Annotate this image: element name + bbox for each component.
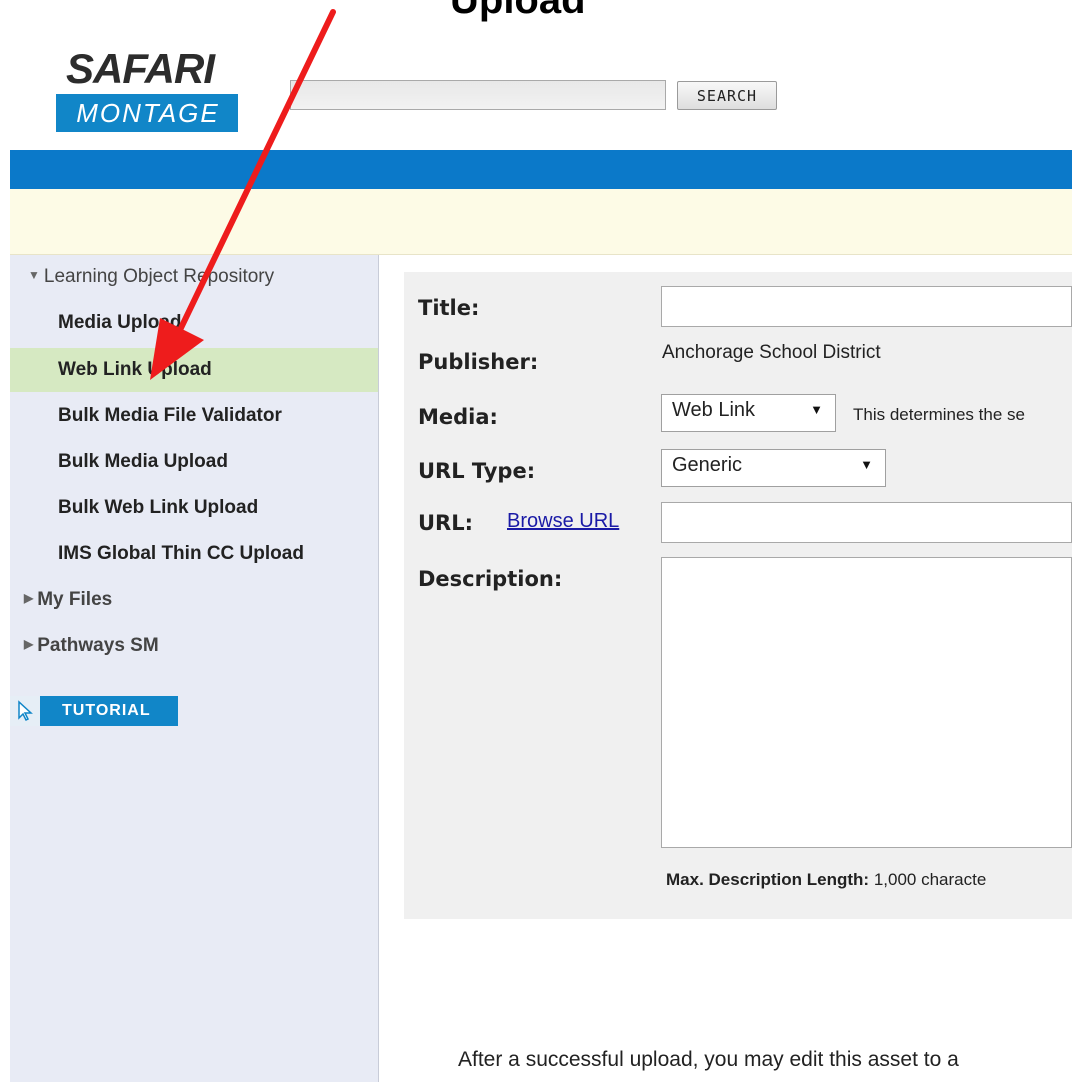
max-description-length: Max. Description Length: 1,000 characte: [666, 870, 986, 890]
description-textarea[interactable]: [661, 557, 1072, 848]
search-button[interactable]: SEARCH: [677, 81, 777, 110]
triangle-down-icon: ▼: [28, 268, 40, 282]
title-label: Title:: [418, 296, 480, 320]
media-select-value: Web Link: [672, 399, 756, 421]
tutorial-label: TUTORIAL: [62, 702, 151, 719]
sidebar: ▼ Learning Object Repository Media Upload…: [10, 255, 379, 1082]
dropdown-arrow-icon: ▼: [810, 402, 823, 417]
sidebar-item-bulk-media-upload[interactable]: Bulk Media Upload: [10, 440, 378, 484]
description-label: Description:: [418, 567, 563, 591]
url-type-select[interactable]: Generic ▼: [661, 449, 886, 487]
dropdown-arrow-icon: ▼: [860, 457, 873, 472]
media-label: Media:: [418, 405, 498, 429]
after-upload-note: After a successful upload, you may edit …: [458, 1048, 959, 1071]
media-select[interactable]: Web Link ▼: [661, 394, 836, 432]
sidebar-section-label: Learning Object Repository: [43, 266, 275, 288]
url-label: URL:: [418, 511, 474, 535]
browse-url-link[interactable]: Browse URL: [507, 510, 619, 533]
publisher-value: Anchorage School District: [662, 342, 881, 363]
cursor-icon: [10, 696, 40, 726]
media-hint: This determines the se: [853, 405, 1025, 424]
sidebar-item-ims-global-thin-cc-upload[interactable]: IMS Global Thin CC Upload: [10, 532, 378, 576]
sidebar-item-web-link-upload[interactable]: Web Link Upload: [10, 348, 378, 392]
notice-bar: [10, 189, 1072, 255]
url-input[interactable]: [661, 502, 1072, 543]
url-type-label: URL Type:: [418, 459, 536, 483]
triangle-right-icon: ▶: [24, 591, 34, 605]
sidebar-section-my-files[interactable]: ▶ My Files: [10, 578, 378, 622]
max-length-value: 1,000 characte: [873, 870, 987, 889]
search-input[interactable]: [290, 80, 666, 110]
publisher-label: Publisher:: [418, 350, 539, 374]
sidebar-item-bulk-media-file-validator[interactable]: Bulk Media File Validator: [10, 394, 378, 438]
url-type-select-value: Generic: [672, 454, 743, 476]
sidebar-section-learning-object-repository[interactable]: ▼ Learning Object Repository: [10, 255, 378, 299]
sidebar-section-label: My Files: [37, 589, 113, 611]
sidebar-section-pathways[interactable]: ▶ Pathways SM: [10, 624, 378, 668]
max-length-label: Max. Description Length:: [666, 870, 870, 889]
title-input[interactable]: [661, 286, 1072, 327]
logo-montage-text: MONTAGE: [56, 94, 238, 132]
page-heading-fragment: Upload: [450, 0, 586, 22]
sidebar-section-label: Pathways SM: [37, 635, 159, 657]
sidebar-item-media-upload[interactable]: Media Upload: [10, 301, 378, 345]
sidebar-item-bulk-web-link-upload[interactable]: Bulk Web Link Upload: [10, 486, 378, 530]
triangle-right-icon: ▶: [24, 637, 34, 651]
tutorial-button[interactable]: TUTORIAL: [10, 696, 178, 726]
logo-safari-text: SAFARI: [66, 45, 215, 92]
top-nav-bar: [10, 150, 1072, 189]
